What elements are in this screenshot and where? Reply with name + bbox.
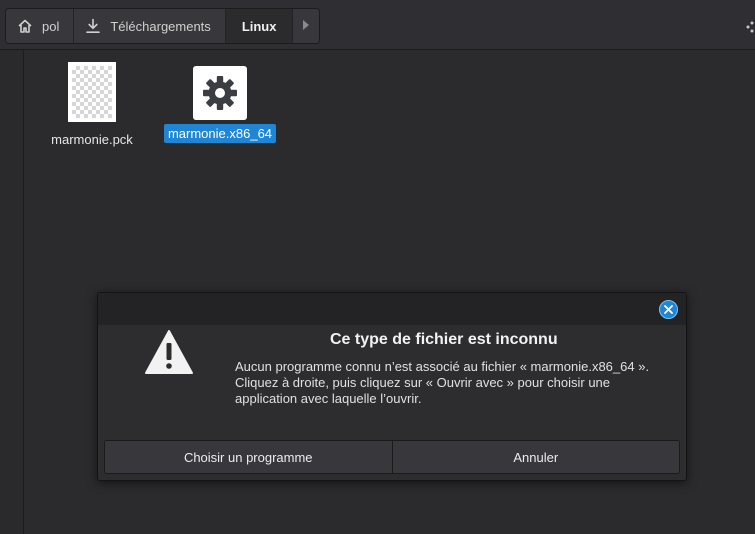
file-name: marmonie.pck: [51, 132, 133, 147]
close-button[interactable]: [659, 300, 678, 319]
image-file-icon: [68, 62, 116, 122]
more-options-icon[interactable]: [745, 20, 755, 34]
breadcrumb-item-current[interactable]: Linux: [225, 9, 294, 43]
dialog-message-line: Cliquez à droite, puis cliquez sur « Ouv…: [235, 375, 611, 390]
dialog-titlebar[interactable]: [98, 293, 686, 325]
chevron-right-icon: [302, 19, 310, 34]
dialog-title: Ce type de fichier est inconnu: [330, 331, 558, 348]
cancel-button[interactable]: Annuler: [391, 441, 679, 473]
dialog-message-line: application avec laquelle l’ouvrir.: [235, 391, 422, 406]
breadcrumb-next-button[interactable]: [293, 9, 320, 43]
close-icon: [664, 301, 673, 319]
gear-icon: [193, 66, 247, 120]
breadcrumb-label: Linux: [241, 18, 277, 34]
dialog-message: Aucun programme connu n’est associé au f…: [235, 359, 675, 407]
warning-icon: [144, 329, 194, 375]
breadcrumb-item-home[interactable]: pol: [6, 9, 75, 43]
file-item-selected[interactable]: marmonie.x86_64: [162, 66, 278, 143]
choose-program-button[interactable]: Choisir un programme: [105, 441, 392, 473]
breadcrumb-item-downloads[interactable]: Téléchargements: [74, 9, 226, 43]
unknown-file-type-dialog: Ce type de fichier est inconnu Aucun pro…: [97, 292, 687, 481]
breadcrumb-label: Téléchargements: [110, 18, 211, 34]
location-toolbar: pol Téléchargements Linux: [0, 0, 755, 50]
dialog-message-line: Aucun programme connu n’est associé au f…: [235, 359, 650, 374]
breadcrumb-label: pol: [42, 18, 60, 34]
dialog-button-row: Choisir un programme Annuler: [104, 440, 680, 474]
home-icon: [16, 17, 34, 35]
file-name: marmonie.x86_64: [163, 124, 277, 143]
side-pane: [0, 50, 24, 534]
breadcrumb: pol Téléchargements Linux: [5, 8, 321, 44]
file-item[interactable]: marmonie.pck: [46, 62, 138, 149]
download-icon: [84, 17, 102, 35]
